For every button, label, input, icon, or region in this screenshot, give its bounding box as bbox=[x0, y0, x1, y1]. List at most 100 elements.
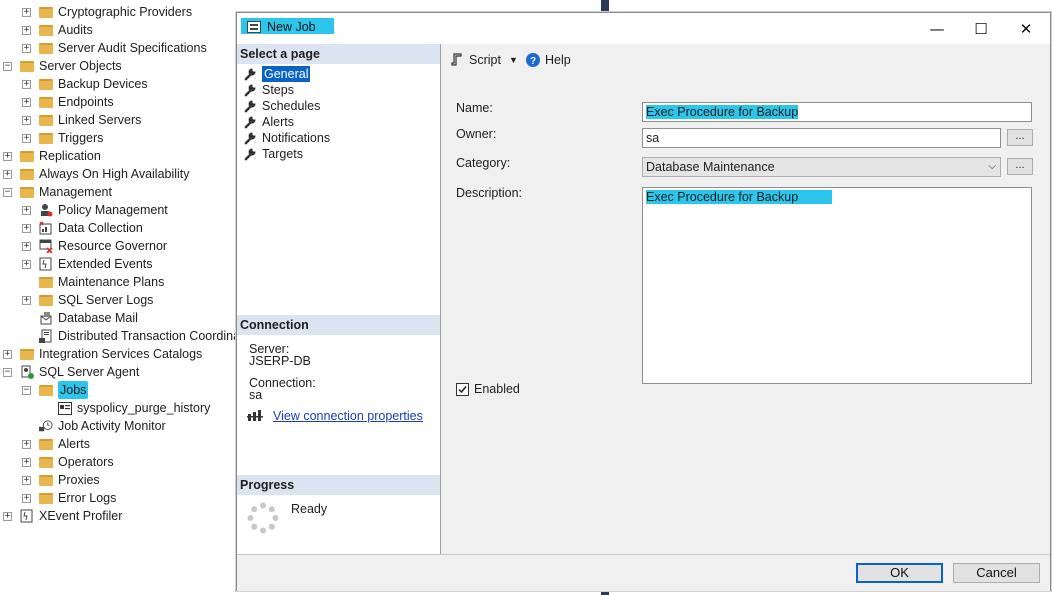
category-value: Database Maintenance bbox=[646, 160, 775, 174]
expand-icon[interactable]: + bbox=[3, 151, 12, 161]
tree-node[interactable]: + Proxies bbox=[22, 471, 100, 489]
tree-node[interactable]: + SQL Server Logs bbox=[22, 291, 153, 309]
dialog-button-bar: OK Cancel bbox=[237, 554, 1050, 591]
tree-node[interactable]: + Triggers bbox=[22, 129, 103, 147]
tree-node[interactable]: − SQL Server Agent bbox=[3, 363, 139, 381]
tree-node[interactable]: + Audits bbox=[22, 21, 93, 39]
tree-node[interactable]: + Extended Events bbox=[22, 255, 153, 273]
tree-node[interactable]: syspolicy_purge_history bbox=[41, 399, 210, 417]
tree-node[interactable]: Maintenance Plans bbox=[22, 273, 164, 291]
expand-icon[interactable]: + bbox=[22, 457, 31, 467]
owner-browse-button[interactable]: ... bbox=[1007, 129, 1033, 146]
tree-node-label: Audits bbox=[58, 23, 93, 37]
svg-text:?: ? bbox=[530, 56, 536, 67]
minimize-button[interactable]: — bbox=[914, 13, 960, 44]
select-page-header: Select a page bbox=[237, 44, 440, 64]
resourcegov-icon bbox=[39, 239, 53, 253]
tree-node[interactable]: + Data Collection bbox=[22, 219, 143, 237]
expand-icon[interactable]: + bbox=[3, 349, 12, 359]
checkmark-icon bbox=[458, 386, 467, 394]
tree-node[interactable]: + Server Audit Specifications bbox=[22, 39, 207, 57]
folder-icon bbox=[20, 186, 34, 198]
tree-node[interactable]: + Linked Servers bbox=[22, 111, 141, 129]
expand-icon[interactable]: + bbox=[22, 115, 31, 125]
tree-node[interactable]: + Replication bbox=[3, 147, 101, 165]
page-item-schedules[interactable]: Schedules bbox=[243, 98, 320, 114]
tree-node-label: Endpoints bbox=[58, 95, 114, 109]
collapse-icon[interactable]: − bbox=[22, 385, 31, 395]
datacollection-icon bbox=[39, 221, 53, 235]
expand-icon[interactable]: + bbox=[22, 439, 31, 449]
cancel-button[interactable]: Cancel bbox=[953, 563, 1040, 583]
description-field[interactable]: Exec Procedure for Backup bbox=[642, 187, 1032, 384]
maximize-button[interactable]: ☐ bbox=[958, 13, 1004, 44]
page-item-steps[interactable]: Steps bbox=[243, 82, 294, 98]
expand-icon[interactable]: + bbox=[22, 493, 31, 503]
new-job-dialog: New Job — ☐ ✕ Select a page General Steps… bbox=[236, 12, 1051, 591]
tree-node[interactable]: + Endpoints bbox=[22, 93, 114, 111]
folder-icon bbox=[20, 150, 34, 162]
tree-node-label: Distributed Transaction Coordinator bbox=[58, 329, 240, 343]
tree-node[interactable]: + Resource Governor bbox=[22, 237, 167, 255]
expand-icon[interactable]: + bbox=[22, 241, 31, 251]
tree-node[interactable]: + Alerts bbox=[22, 435, 90, 453]
tree-node[interactable]: + Always On High Availability bbox=[3, 165, 190, 183]
expand-icon[interactable]: + bbox=[22, 475, 31, 485]
wrench-icon bbox=[244, 67, 256, 81]
expand-icon[interactable]: + bbox=[22, 295, 31, 305]
expand-icon[interactable]: + bbox=[22, 223, 31, 233]
page-item-label: Steps bbox=[262, 83, 294, 97]
help-label: Help bbox=[545, 53, 571, 67]
tree-node-label: Resource Governor bbox=[58, 239, 168, 253]
collapse-icon[interactable]: − bbox=[3, 367, 12, 377]
tree-node[interactable]: + Cryptographic Providers bbox=[22, 3, 192, 21]
owner-label: Owner: bbox=[456, 127, 497, 141]
expand-icon[interactable]: + bbox=[22, 25, 31, 35]
enabled-checkbox[interactable] bbox=[456, 383, 469, 396]
tree-node[interactable]: − Jobs bbox=[22, 381, 89, 399]
expand-icon[interactable]: + bbox=[22, 97, 31, 107]
expand-icon[interactable]: + bbox=[3, 511, 12, 521]
view-connection-properties-link[interactable]: View connection properties bbox=[273, 409, 423, 423]
help-button[interactable]: ? Help bbox=[526, 53, 571, 67]
name-label: Name: bbox=[456, 101, 493, 115]
folder-icon bbox=[39, 96, 53, 108]
page-item-targets[interactable]: Targets bbox=[243, 146, 303, 162]
tree-node[interactable]: Job Activity Monitor bbox=[22, 417, 166, 435]
expand-icon[interactable]: + bbox=[22, 7, 31, 17]
tree-node-label: Triggers bbox=[58, 131, 104, 145]
tree-node[interactable]: Distributed Transaction Coordinator bbox=[22, 327, 240, 345]
page-item-notifications[interactable]: Notifications bbox=[243, 130, 330, 146]
expand-icon[interactable]: + bbox=[22, 259, 31, 269]
tree-node[interactable]: + Backup Devices bbox=[22, 75, 148, 93]
expand-icon[interactable]: + bbox=[22, 133, 31, 143]
tree-node[interactable]: + Operators bbox=[22, 453, 114, 471]
tree-node[interactable]: + Policy Management bbox=[22, 201, 168, 219]
tree-node[interactable]: − Management bbox=[3, 183, 112, 201]
expand-icon[interactable]: + bbox=[3, 169, 12, 179]
tree-node-label: Server Objects bbox=[39, 59, 122, 73]
close-button[interactable]: ✕ bbox=[1003, 13, 1049, 44]
ok-button[interactable]: OK bbox=[856, 563, 943, 583]
expand-icon[interactable]: + bbox=[22, 43, 31, 53]
tree-node[interactable]: Database Mail bbox=[22, 309, 138, 327]
category-browse-button[interactable]: ... bbox=[1007, 158, 1033, 175]
folder-icon bbox=[39, 42, 53, 54]
script-button[interactable]: Script ▼ bbox=[451, 53, 518, 67]
tree-node[interactable]: + Integration Services Catalogs bbox=[3, 345, 202, 363]
category-chevron-down-icon: ⌵ bbox=[988, 161, 996, 172]
collapse-icon[interactable]: − bbox=[3, 187, 12, 197]
owner-field[interactable]: sa bbox=[642, 128, 1001, 148]
expand-icon[interactable]: + bbox=[22, 79, 31, 89]
expand-icon[interactable]: + bbox=[22, 205, 31, 215]
tree-node[interactable]: − Server Objects bbox=[3, 57, 122, 75]
page-item-general[interactable]: General bbox=[243, 66, 311, 82]
tree-node[interactable]: + Error Logs bbox=[22, 489, 116, 507]
description-value: Exec Procedure for Backup bbox=[646, 190, 833, 204]
name-field[interactable]: Exec Procedure for Backup bbox=[642, 102, 1032, 122]
tree-node[interactable]: + XEvent Profiler bbox=[3, 507, 122, 525]
page-item-alerts[interactable]: Alerts bbox=[243, 114, 294, 130]
collapse-icon[interactable]: − bbox=[3, 61, 12, 71]
category-select[interactable]: Database Maintenance ⌵ bbox=[642, 157, 1001, 177]
dialog-titlebar[interactable]: New Job — ☐ ✕ bbox=[237, 13, 1050, 44]
